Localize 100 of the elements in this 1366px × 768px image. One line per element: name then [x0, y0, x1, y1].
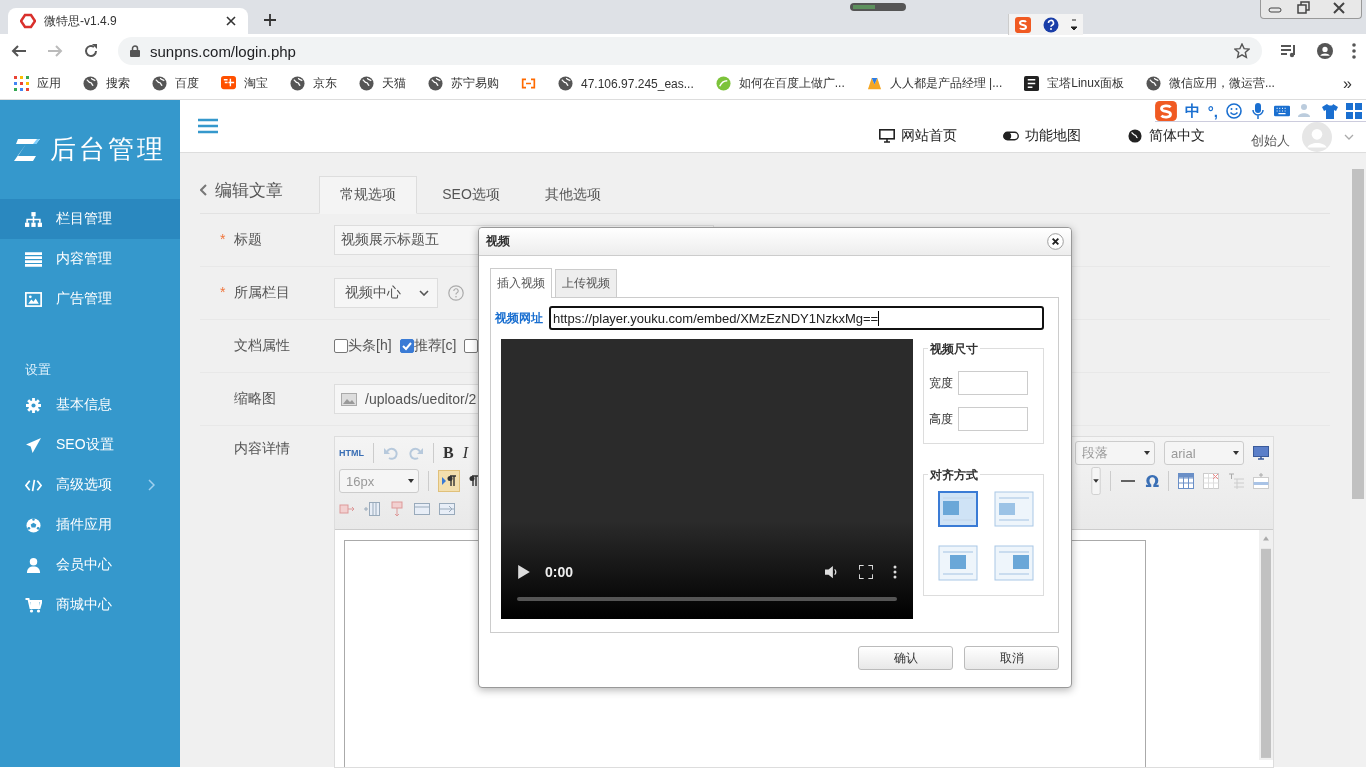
panel-icon [1024, 76, 1040, 91]
required-mark: * [220, 231, 227, 249]
account-icon[interactable] [1316, 43, 1334, 59]
smiley-icon[interactable] [1226, 103, 1242, 119]
section-heading: 设置 [24, 361, 52, 379]
bookmark[interactable]: 京东 [290, 75, 337, 92]
bookmark[interactable]: 苏宁易购 [428, 75, 499, 92]
playlist-icon[interactable] [1280, 43, 1298, 59]
play-icon[interactable] [517, 565, 531, 579]
keyboard-icon[interactable] [1274, 103, 1290, 119]
bookmark[interactable]: 人人都是产品经理 |... [866, 75, 1003, 92]
bookmark[interactable] [521, 76, 536, 91]
mountain-icon [866, 76, 882, 91]
html-button[interactable]: HTML [339, 448, 364, 458]
field-label: 文档属性 [234, 337, 290, 355]
cancel-button[interactable]: 取消 [964, 646, 1059, 670]
field-label: 所属栏目 [234, 284, 290, 302]
tab-title: 微特思-v1.4.9 [44, 12, 118, 30]
globe-icon [152, 76, 167, 91]
logo-icon [20, 13, 36, 29]
bookmark[interactable]: 如何在百度上做广... [715, 75, 845, 92]
table-icon[interactable] [1178, 473, 1194, 489]
new-tab-icon[interactable] [264, 14, 276, 26]
fullscreen-icon[interactable] [859, 565, 873, 579]
bookmark[interactable]: 47.106.97.245_eas... [558, 76, 694, 91]
bookmark[interactable]: 应用 [14, 75, 61, 92]
sitemap-icon [25, 211, 42, 227]
toggle-icon [1003, 129, 1019, 143]
bookmark[interactable]: 搜索 [83, 75, 130, 92]
star-icon[interactable] [1234, 43, 1250, 59]
back-icon[interactable] [10, 43, 28, 59]
split-cell-icon[interactable] [414, 501, 430, 517]
more-bookmarks-button[interactable]: » [1343, 74, 1352, 93]
bookmark[interactable]: 百度 [152, 75, 199, 92]
user-icon [25, 557, 42, 573]
italic-button[interactable]: I [462, 444, 468, 462]
height-field[interactable] [958, 407, 1028, 431]
image-icon [341, 392, 357, 406]
ltr-icon[interactable] [438, 470, 460, 492]
special-character-button[interactable]: Ω [1145, 471, 1159, 491]
image-icon [25, 291, 42, 307]
shirt-icon[interactable] [1322, 103, 1338, 119]
tab[interactable]: 常规选项 [319, 176, 417, 214]
checkbox-label: 推荐[c] [413, 337, 457, 355]
help-icon[interactable] [1043, 16, 1059, 33]
menu-icon[interactable] [1071, 17, 1077, 32]
punctuation-mode[interactable]: °, [1207, 102, 1218, 120]
category-select[interactable]: 视频中心 [334, 278, 438, 308]
sogou-icon[interactable] [1015, 16, 1031, 33]
preview-icon[interactable] [1253, 445, 1269, 461]
alignment-option-icon[interactable] [938, 491, 978, 527]
microphone-icon[interactable] [1250, 103, 1266, 119]
video-player[interactable]: 0:00 [501, 339, 913, 619]
delete-table-icon[interactable] [1203, 473, 1219, 489]
grid-icon[interactable] [1346, 103, 1362, 119]
dropdown-icon[interactable] [1091, 467, 1102, 495]
nav-link[interactable]: 功能地图 [1003, 127, 1081, 145]
globe-icon [83, 76, 98, 91]
user-name: 创始人 [1251, 132, 1290, 150]
tab[interactable]: 上传视频 [555, 269, 617, 297]
field-label: 缩略图 [234, 390, 276, 408]
lock-icon [130, 45, 140, 57]
close-icon[interactable] [226, 16, 236, 26]
bookmark[interactable]: 宝塔Linux面板 [1024, 75, 1124, 92]
checkbox[interactable] [334, 339, 348, 353]
close-icon[interactable] [1047, 233, 1064, 250]
checkbox[interactable] [464, 339, 479, 353]
address-bar[interactable]: sunpns.com/login.php [118, 37, 1262, 65]
tab[interactable]: 插入视频 [490, 268, 552, 298]
confirm-button[interactable]: 确认 [858, 646, 953, 670]
more-icon[interactable] [1352, 43, 1356, 59]
volume-icon[interactable] [825, 565, 839, 579]
alignment-option-icon[interactable] [938, 545, 978, 581]
caret-icon[interactable] [1344, 134, 1354, 140]
scrollbar[interactable] [1259, 530, 1273, 760]
width-field[interactable] [958, 371, 1028, 395]
sogou-icon[interactable] [1154, 101, 1177, 121]
reload-icon[interactable] [82, 43, 100, 59]
bookmark[interactable]: 微信应用，微运营... [1145, 75, 1275, 92]
checkbox[interactable] [399, 339, 414, 353]
tab[interactable]: 其他选项 [525, 177, 621, 213]
tab[interactable]: SEO选项 [423, 177, 519, 213]
browser-tab[interactable]: 微特思-v1.4.9 [8, 8, 248, 34]
cart-icon [25, 597, 42, 613]
caret-icon [1144, 451, 1150, 455]
input-mode[interactable]: 中 [1184, 101, 1200, 121]
bold-button[interactable]: B [443, 444, 454, 462]
more-icon[interactable] [893, 565, 897, 579]
back-link[interactable]: 编辑文章 [200, 173, 283, 213]
paper-plane-icon [25, 437, 42, 453]
nav-link[interactable]: 简体中文 [1127, 127, 1205, 145]
url-field[interactable]: https://player.youku.com/embed/XMzEzNDY1NzkxMg== [549, 306, 1044, 330]
sidebar-item[interactable]: 栏目管理 [0, 199, 180, 239]
bookmark[interactable]: 天猫 [359, 75, 406, 92]
chevron-down-icon [419, 290, 429, 296]
nav-link[interactable]: 网站首页 [879, 127, 957, 145]
alignment-option-icon[interactable] [994, 545, 1034, 581]
meter-drawing [850, 3, 906, 11]
progress-track[interactable] [517, 597, 897, 601]
bookmark[interactable]: 淘宝 [221, 75, 268, 92]
